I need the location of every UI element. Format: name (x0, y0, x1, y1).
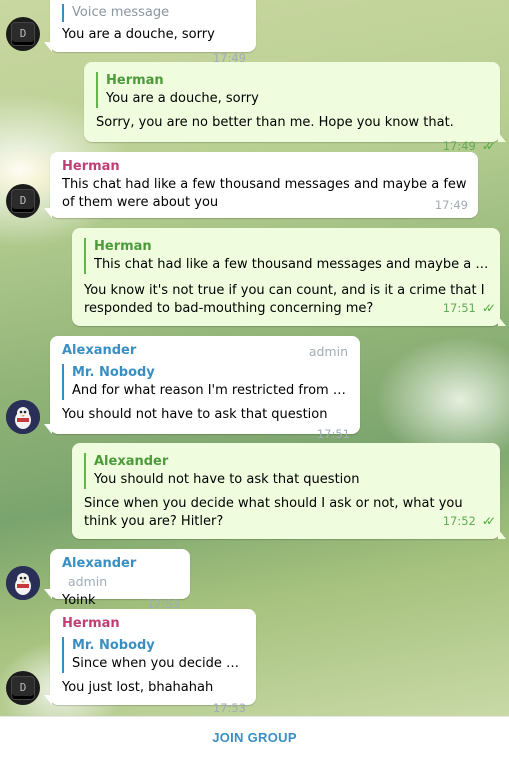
message-incoming[interactable]: Alexander admin Mr. Nobody And for what … (44, 336, 360, 441)
double-check-icon: ✓✓ (481, 301, 496, 315)
reply-quote[interactable]: Mr. Nobody Since when you decide wh... (62, 637, 246, 673)
reply-text: Voice message (72, 5, 170, 20)
message-time: 17:49 (434, 198, 468, 212)
reply-sender: Alexander (94, 454, 169, 469)
join-bar: JOIN GROUP (0, 716, 509, 757)
avatar-herman[interactable]: D (6, 184, 40, 218)
admin-badge: admin (308, 344, 348, 359)
message-text: You know it's not true if you can count,… (84, 283, 496, 316)
reply-quote[interactable]: Alexander You should not have to ask tha… (84, 453, 490, 489)
message-text: Sorry, you are no better than me. Hope y… (96, 115, 496, 153)
reply-text: This chat had like a few thousand messag… (94, 257, 490, 272)
message-outgoing[interactable]: Herman This chat had like a few thousand… (72, 228, 506, 326)
reply-text: And for what reason I'm restricted from … (72, 383, 350, 398)
avatar-herman[interactable]: D (6, 671, 40, 705)
message-text: You are a douche, sorry 17:49 (62, 27, 246, 65)
avatar-alexander[interactable] (6, 400, 40, 434)
reply-quote[interactable]: Herman This chat had like a few thousand… (84, 238, 490, 274)
message-text: You just lost, bhahahah 17:53 (62, 680, 246, 715)
message-incoming[interactable]: Herman Mr. Nobody Since when you decide … (44, 609, 256, 715)
message-time: 17:52 ✓✓ (442, 514, 496, 528)
reply-quote[interactable]: Mr. Nobody And for what reason I'm restr… (62, 364, 350, 400)
keyboard-key-avatar-icon: D (12, 677, 34, 699)
double-check-icon: ✓✓ (481, 514, 496, 528)
reply-sender: Herman (94, 239, 152, 254)
double-check-icon: ✓✓ (481, 139, 496, 153)
message-time: 17:53 (212, 701, 246, 715)
avatar-alexander[interactable] (6, 566, 40, 600)
keyboard-key-avatar-icon: D (12, 23, 34, 45)
message-text: Since when you decide what should I ask … (84, 496, 496, 529)
message-incoming[interactable]: Voice message You are a douche, sorry 17… (44, 0, 256, 65)
join-group-button[interactable]: JOIN GROUP (212, 730, 297, 745)
reply-text: You should not have to ask that question (94, 472, 360, 487)
reply-quote[interactable]: Herman You are a douche, sorry (96, 72, 490, 108)
message-outgoing[interactable]: Herman You are a douche, sorry Sorry, yo… (84, 62, 506, 153)
sender-name[interactable]: Herman (62, 158, 468, 176)
message-incoming[interactable]: Alexander admin Yoink 17:53 (44, 549, 190, 611)
message-time: 17:51 (316, 427, 350, 441)
penguin-avatar-icon (6, 566, 40, 600)
sender-name[interactable]: Herman (62, 615, 246, 633)
reply-sender: Mr. Nobody (72, 638, 155, 653)
reply-sender: Herman (106, 73, 164, 88)
message-text: Yoink 17:53 (62, 593, 180, 611)
reply-text: You are a douche, sorry (106, 91, 259, 106)
message-time: 17:51 ✓✓ (442, 301, 496, 315)
sender-name[interactable]: Alexander admin (62, 555, 180, 592)
message-incoming[interactable]: Herman This chat had like a few thousand… (44, 152, 478, 218)
reply-text: Since when you decide wh... (72, 656, 246, 671)
message-text: You should not have to ask that question… (62, 407, 350, 441)
avatar-herman[interactable]: D (6, 17, 40, 51)
reply-sender: Mr. Nobody (72, 365, 155, 380)
admin-badge: admin (68, 574, 108, 589)
reply-quote[interactable]: Voice message (62, 4, 246, 22)
message-outgoing[interactable]: Alexander You should not have to ask tha… (72, 443, 506, 539)
keyboard-key-avatar-icon: D (12, 190, 34, 212)
sender-name[interactable]: Alexander (62, 342, 350, 360)
message-text: This chat had like a few thousand messag… (62, 177, 468, 212)
penguin-avatar-icon (6, 400, 40, 434)
